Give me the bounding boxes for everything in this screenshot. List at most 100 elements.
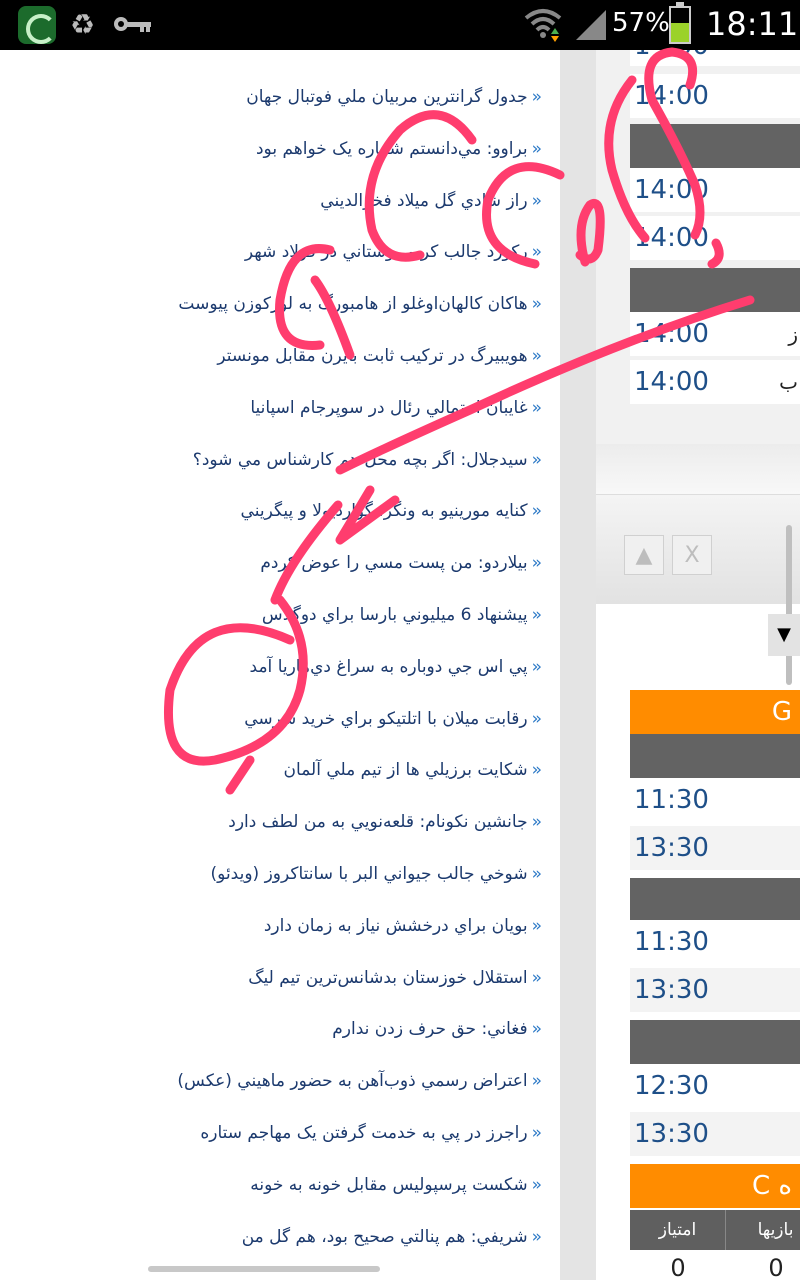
fixture-time: 12:30 <box>634 1071 709 1101</box>
double-chevron-icon: « <box>531 242 542 263</box>
fixture-time: 14:00 <box>634 175 709 205</box>
double-chevron-icon: « <box>531 1019 542 1040</box>
news-link[interactable]: «رقابت ميلان با اتلتيکو براي خريد سرسي <box>244 699 542 739</box>
app-icon <box>18 6 56 44</box>
battery-icon <box>669 2 691 44</box>
news-title: شکايت برزيلي ها از تيم ملي آلمان <box>283 760 528 781</box>
news-link[interactable]: «بيلاردو: من پست مسي را عوض کردم <box>260 543 542 583</box>
news-link[interactable]: «اعتراض رسمي ذوب‌آهن به حضور ماهيني (عکس… <box>177 1061 542 1101</box>
news-title: اعتراض رسمي ذوب‌آهن به حضور ماهيني (عکس) <box>177 1071 528 1092</box>
news-title: جانشين نکونام: قلعه‌نويي به من لطف دارد <box>228 812 528 833</box>
battery-percent: 57% <box>612 8 670 38</box>
news-link[interactable]: «شکست پرسپوليس مقابل خونه به خونه <box>250 1165 542 1205</box>
news-title: شکست پرسپوليس مقابل خونه به خونه <box>250 1174 528 1195</box>
fixture-time: 14:00 <box>634 81 709 111</box>
widget-header: ▲ X <box>596 494 800 685</box>
news-title: جدول گرانترين مربيان ملي فوتبال جهان <box>246 87 528 107</box>
news-link[interactable]: «غايبان احتمالي رئال در سوپرجام اسپانيا <box>250 388 542 428</box>
double-chevron-icon: « <box>531 449 542 470</box>
double-chevron-icon: « <box>531 138 542 159</box>
double-chevron-icon: « <box>531 397 542 418</box>
fixture-time: 14:00 <box>634 367 709 397</box>
double-chevron-icon: « <box>531 294 542 315</box>
double-chevron-icon: « <box>531 501 542 522</box>
team-name: ب <box>779 370 798 394</box>
news-link[interactable]: «راجرز در پي به خدمت گرفتن يک مهاجم ستار… <box>200 1113 542 1153</box>
news-title: فغاني: حق حرف زدن ندارم <box>332 1019 528 1040</box>
news-link[interactable]: «کنايه مورينيو به ونگر، گوارديولا و پيگر… <box>241 491 542 531</box>
news-title: سيدجلال: اگر بچه محل هم کارشناس مي شود؟ <box>192 449 528 470</box>
news-link[interactable]: «پيشنهاد 6 ميليوني بارسا براي دوگلاس <box>262 595 542 635</box>
news-link[interactable]: «جانشين نکونام: قلعه‌نويي به من لطف دارد <box>228 802 542 842</box>
news-title: پي اس جي دوباره به سراغ دي‌ماريا آمد <box>249 656 528 677</box>
double-chevron-icon: « <box>531 967 542 988</box>
news-title: بيلاردو: من پست مسي را عوض کردم <box>260 553 528 574</box>
team-name: ز <box>788 322 798 346</box>
battery-fill <box>671 22 689 42</box>
fixtures-table: 14:00 14:00 14:00 14:00 14:00 ز 14:00 ب <box>596 50 800 444</box>
fixture-time: 14:00 <box>634 319 709 349</box>
news-link[interactable]: «شوخي جالب جيواني البر با سانتاکروز (ويد… <box>211 854 542 894</box>
news-title: غايبان احتمالي رئال در سوپرجام اسپانيا <box>250 397 528 418</box>
clock: 18:11 <box>706 5 799 43</box>
news-link[interactable]: «هويبيرگ در ترکيب ثابت بايرن مقابل مونست… <box>217 336 542 376</box>
news-title: استقلال خوزستان بدشانس‌ترين تيم ليگ <box>248 967 528 988</box>
close-button[interactable]: X <box>672 535 712 575</box>
fixture-time: 13:30 <box>634 833 709 863</box>
points-value: 0 <box>670 1254 686 1280</box>
status-bar: ♻ 57% 18:11 <box>0 0 800 50</box>
double-chevron-icon: « <box>531 1226 542 1247</box>
right-panel: 14:00 14:00 14:00 14:00 14:00 ز 14:00 ب … <box>596 50 800 1280</box>
double-chevron-icon: « <box>531 190 542 211</box>
news-title: راز شادي گل ميلاد فخرالديني <box>320 190 528 211</box>
double-chevron-icon: « <box>531 1071 542 1092</box>
horizontal-scrollbar[interactable] <box>148 1266 380 1272</box>
news-link[interactable]: «جدول گرانترين مربيان ملي فوتبال جهان <box>246 77 542 117</box>
news-link[interactable]: «رکورد جالب کريم بوستاني در فولاد شهر <box>245 232 542 272</box>
points-header: امتياز <box>630 1210 726 1250</box>
news-link[interactable]: «سيدجلال: اگر بچه محل هم کارشناس مي شود؟ <box>193 440 542 480</box>
news-link[interactable]: «راز شادي گل ميلاد فخرالديني <box>320 181 542 221</box>
news-link[interactable]: «فغاني: حق حرف زدن ندارم <box>332 1009 542 1049</box>
news-link[interactable]: «شريفي: هم پنالتي صحيح بود، هم گل من <box>242 1217 542 1257</box>
news-link[interactable]: «هاکان کالهان‌اوغلو از هامبورگ به لورکوز… <box>178 284 542 324</box>
fixture-time: 14:00 <box>634 223 709 253</box>
signal-icon <box>576 10 606 40</box>
column-gutter <box>560 50 596 1280</box>
double-chevron-icon: « <box>531 1123 542 1143</box>
news-title: شريفي: هم پنالتي صحيح بود، هم گل من <box>241 1226 528 1247</box>
fixture-time: 13:30 <box>634 975 709 1005</box>
group-header: G <box>630 690 800 734</box>
fixture-time: 14:00 <box>634 50 709 68</box>
news-title: براوو: مي‌دانستم شماره يک خواهم بود <box>255 138 528 159</box>
double-chevron-icon: « <box>531 864 542 884</box>
key-icon <box>114 17 151 32</box>
double-chevron-icon: « <box>531 708 542 729</box>
standings-header: امتياز بازيها <box>630 1210 800 1250</box>
wifi-icon <box>524 9 562 42</box>
games-header: بازيها <box>728 1210 800 1250</box>
news-link[interactable]: «شکايت برزيلي ها از تيم ملي آلمان <box>284 750 542 790</box>
collapse-button[interactable]: ▲ <box>624 535 664 575</box>
news-link[interactable]: «بويان براي درخشش نياز به زمان دارد <box>264 906 542 946</box>
news-link[interactable]: «پي اس جي دوباره به سراغ دي‌ماريا آمد <box>250 647 542 687</box>
vertical-scrollbar[interactable] <box>786 525 792 685</box>
news-title: کنايه مورينيو به ونگر، گوارديولا و پيگري… <box>240 501 528 522</box>
news-title: هاکان کالهان‌اوغلو از هامبورگ به لورکوزن… <box>178 294 528 315</box>
double-chevron-icon: « <box>531 346 542 366</box>
news-list: «جدول گرانترين مربيان ملي فوتبال جهان «بر… <box>0 50 560 1280</box>
fixture-time: 11:30 <box>634 927 709 957</box>
news-title: رکورد جالب کريم بوستاني در فولاد شهر <box>244 242 528 263</box>
double-chevron-icon: « <box>531 87 542 107</box>
news-link[interactable]: «استقلال خوزستان بدشانس‌ترين تيم ليگ <box>248 958 542 998</box>
double-chevron-icon: « <box>531 656 542 677</box>
recycle-icon: ♻ <box>70 8 96 41</box>
double-chevron-icon: « <box>531 915 542 936</box>
double-chevron-icon: « <box>531 1174 542 1195</box>
double-chevron-icon: « <box>531 553 542 574</box>
news-title: شوخي جالب جيواني البر با سانتاکروز (ويدئ… <box>210 864 528 884</box>
double-chevron-icon: « <box>531 760 542 781</box>
news-title: بويان براي درخشش نياز به زمان دارد <box>263 915 528 936</box>
news-link[interactable]: «براوو: مي‌دانستم شماره يک خواهم بود <box>256 129 542 169</box>
dropdown-arrow-icon[interactable]: ▼ <box>768 614 800 656</box>
